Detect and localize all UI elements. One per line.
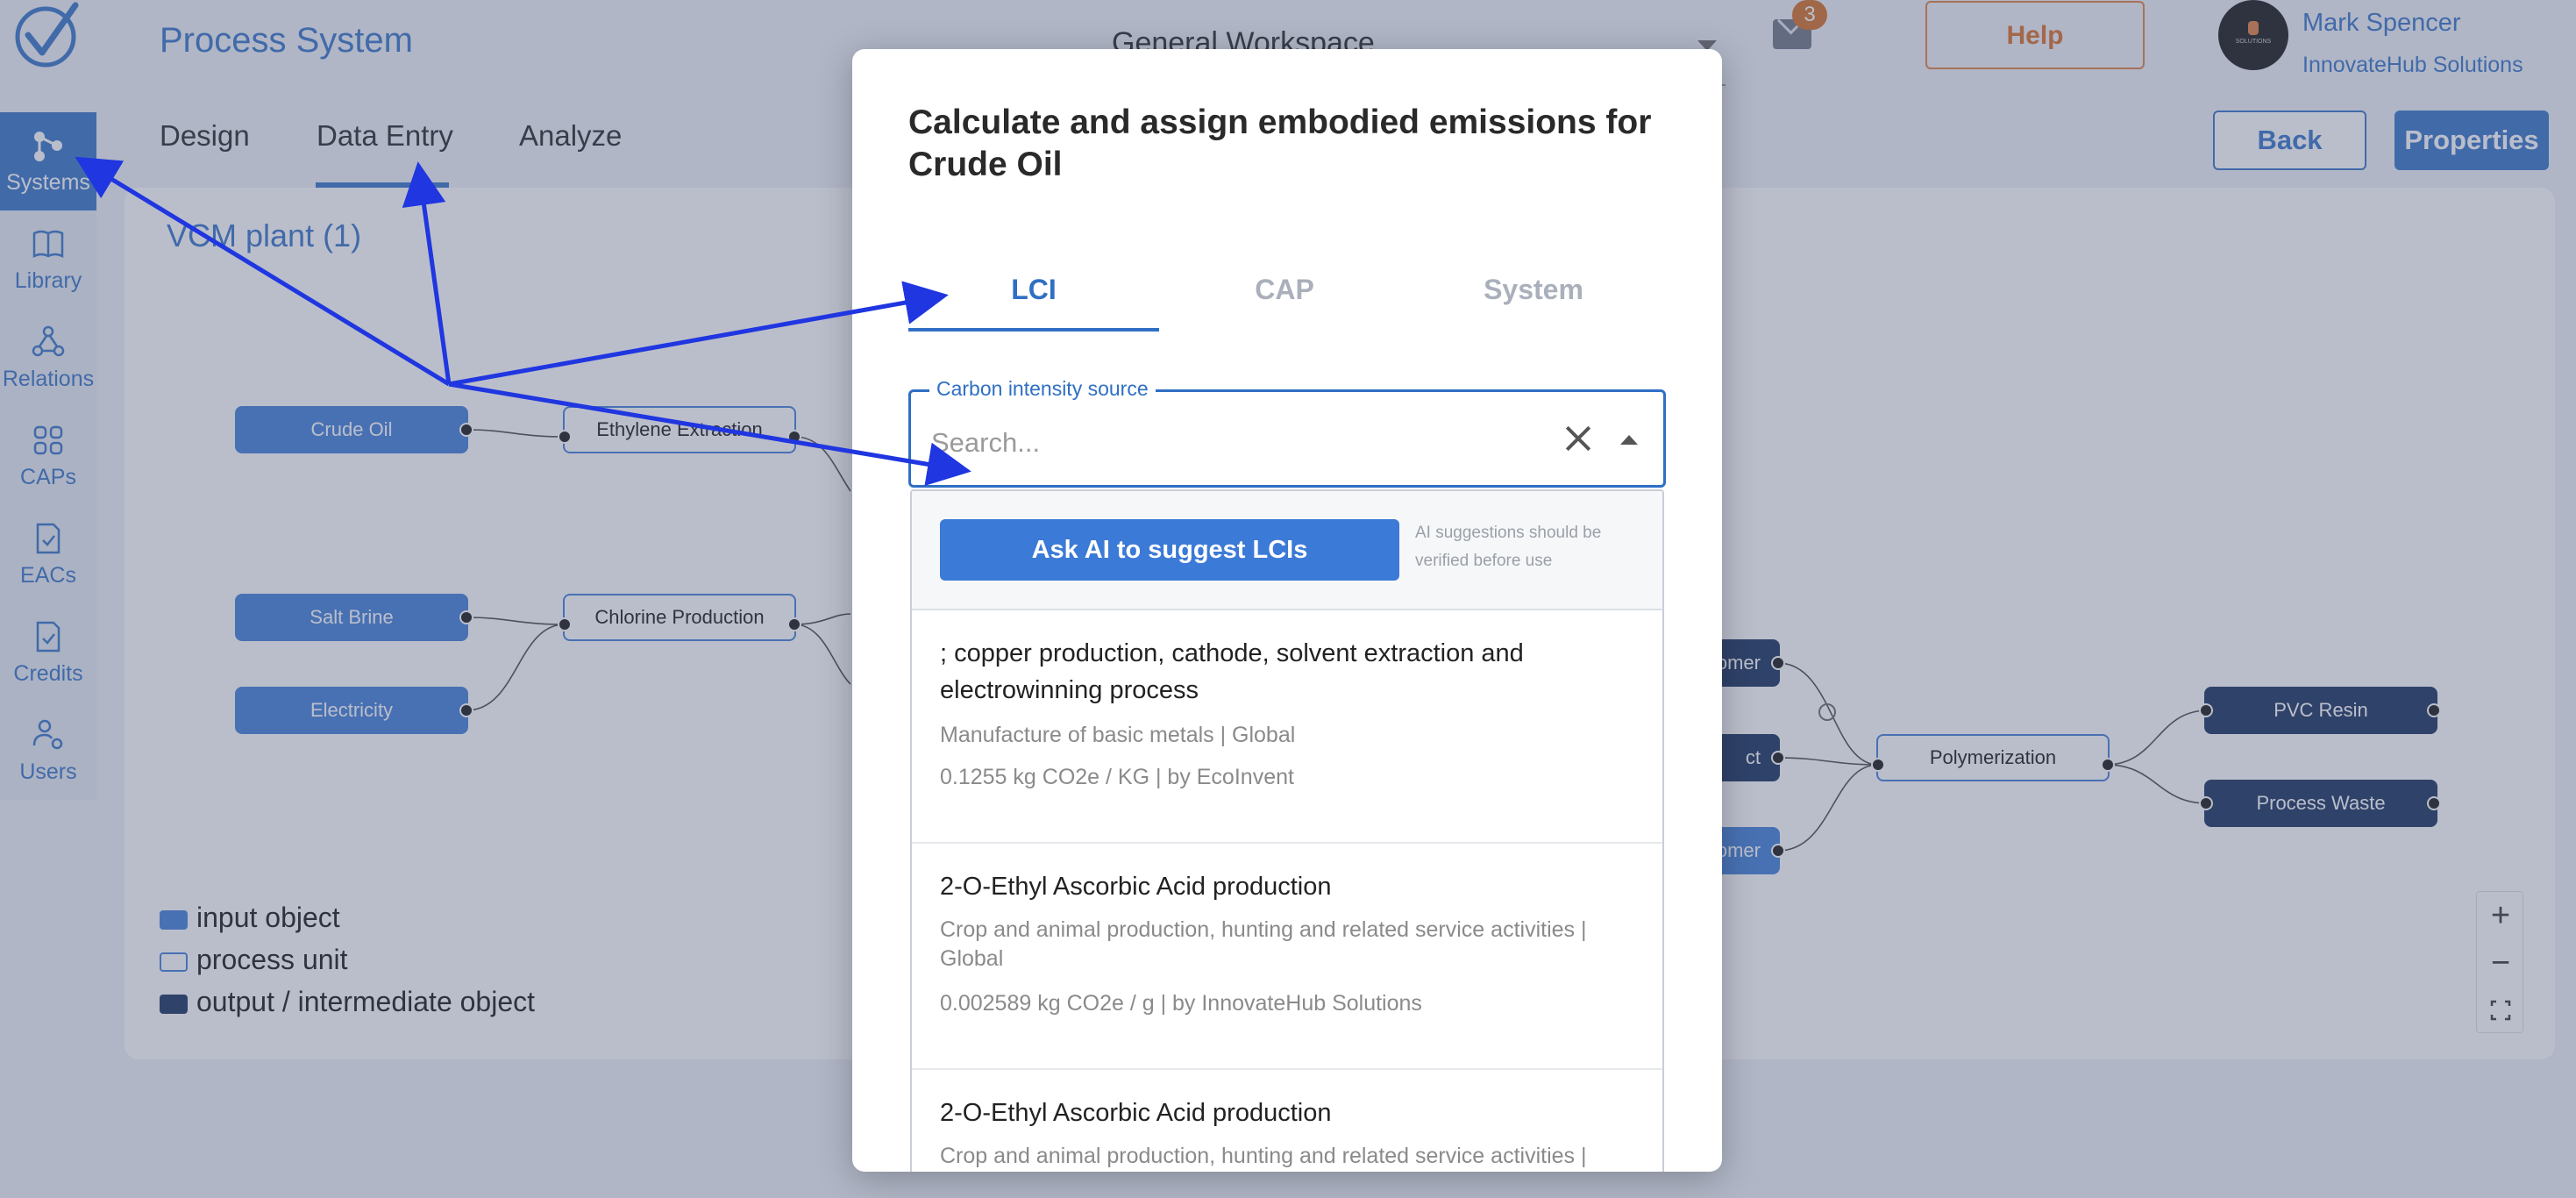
option-value: 0.1255 kg CO2e / KG | by EcoInvent: [940, 765, 1294, 789]
option-value: 0.002589 kg CO2e / g | by InnovateHub So…: [940, 991, 1422, 1016]
emissions-dialog: Calculate and assign embodied emissions …: [852, 49, 1722, 1172]
list-item[interactable]: ; copper production, cathode, solvent ex…: [912, 610, 1662, 844]
option-category: Crop and animal production, hunting and …: [940, 917, 1587, 971]
option-category: Crop and animal production, hunting and …: [940, 1144, 1587, 1168]
tab-system[interactable]: System: [1408, 274, 1659, 306]
close-icon[interactable]: [1561, 421, 1596, 456]
ask-ai-button[interactable]: Ask AI to suggest LCIs: [940, 519, 1399, 581]
ai-suggest-strip: Ask AI to suggest LCIs AI suggestions sh…: [912, 491, 1662, 610]
active-tab-indicator: [908, 328, 1159, 332]
tab-cap[interactable]: CAP: [1159, 274, 1410, 306]
field-label: Carbon intensity source: [929, 377, 1156, 401]
option-category: Manufacture of basic metals | Global: [940, 723, 1296, 747]
list-item[interactable]: 2-O-Ethyl Ascorbic Acid production Crop …: [912, 844, 1662, 1070]
ai-note: AI suggestions should be verified before…: [1415, 524, 1602, 570]
tab-lci[interactable]: LCI: [908, 274, 1159, 306]
dialog-title: Calculate and assign embodied emissions …: [908, 103, 1652, 183]
option-name: ; copper production, cathode, solvent ex…: [940, 639, 1524, 704]
search-input[interactable]: [931, 421, 1510, 465]
list-item[interactable]: 2-O-Ethyl Ascorbic Acid production Crop …: [912, 1070, 1662, 1172]
lci-options-list[interactable]: Ask AI to suggest LCIs AI suggestions sh…: [910, 489, 1664, 1172]
option-name: 2-O-Ethyl Ascorbic Acid production: [940, 1099, 1332, 1127]
option-name: 2-O-Ethyl Ascorbic Acid production: [940, 873, 1332, 901]
chevron-up-icon[interactable]: [1620, 435, 1638, 445]
